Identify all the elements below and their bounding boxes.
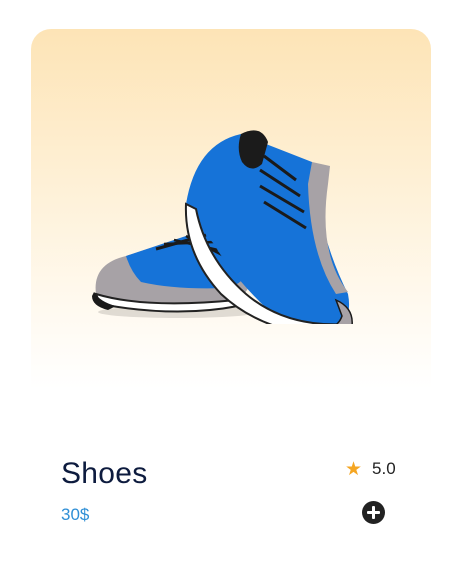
star-icon: ★ [345, 458, 363, 480]
product-title: Shoes [61, 457, 148, 490]
rating-value: 5.0 [372, 459, 396, 478]
product-image-area [31, 29, 431, 389]
add-to-cart-button[interactable] [362, 501, 385, 524]
product-image [92, 130, 353, 324]
product-card[interactable]: Shoes ★ 5.0 30$ [31, 29, 431, 539]
product-price: 30$ [61, 505, 90, 524]
product-rating: ★ 5.0 [345, 457, 396, 481]
